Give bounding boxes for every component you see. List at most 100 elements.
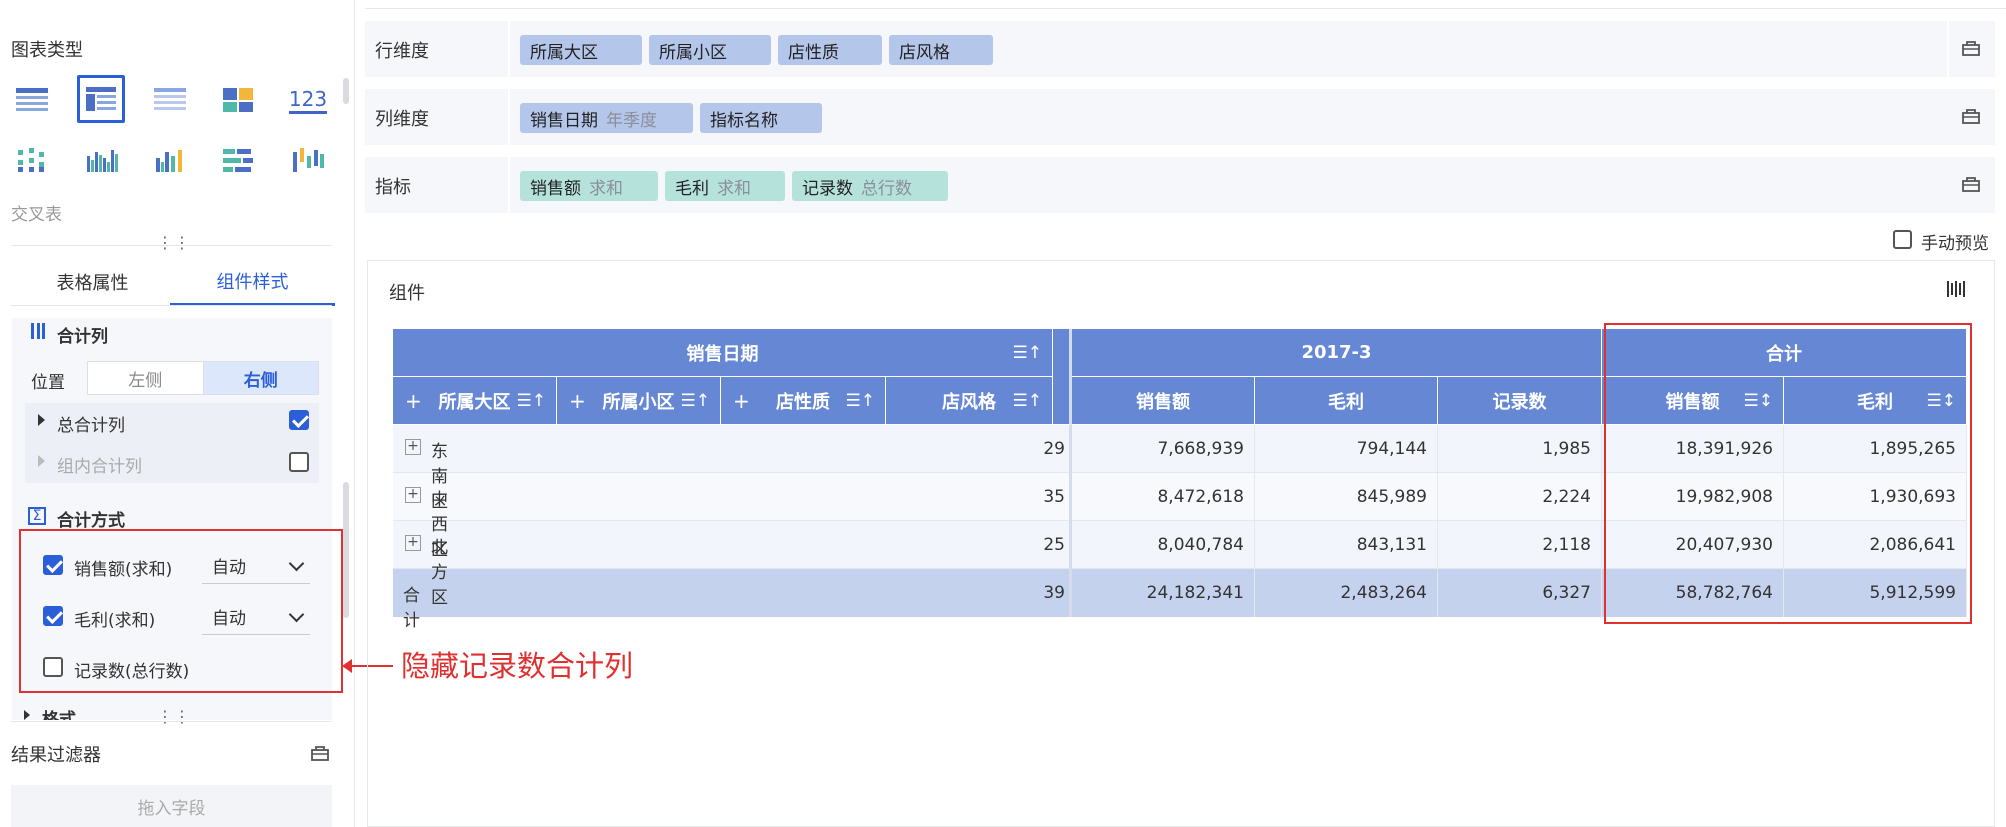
- profit-sum-label: 毛利(求和): [74, 611, 156, 631]
- sales-sum-mode-select[interactable]: 自动: [202, 548, 310, 584]
- header-store-style[interactable]: 店风格 ☰↑: [886, 377, 1053, 425]
- total-row-label: 合计: [403, 586, 420, 631]
- bar-chart-icon[interactable]: [148, 138, 192, 182]
- header-profit: 毛利: [1255, 377, 1438, 425]
- header-region[interactable]: + 所属大区 ☰↑: [393, 377, 557, 425]
- cell-clipped: 25: [1033, 521, 1072, 569]
- lock-icon[interactable]: [1961, 105, 1983, 127]
- total-column-title: 合计列: [57, 327, 108, 347]
- cell-count: 2,118: [1438, 521, 1602, 569]
- group-total-checkbox[interactable]: [289, 452, 309, 472]
- manual-preview-checkbox[interactable]: [1893, 230, 1912, 249]
- header-store-type[interactable]: + 店性质 ☰↑: [721, 377, 886, 425]
- chart-type-scrollbar[interactable]: [343, 78, 349, 104]
- header-count: 记录数: [1438, 377, 1602, 425]
- sort-icon: ☰↑: [1012, 390, 1042, 411]
- lock-icon[interactable]: [1961, 173, 1983, 195]
- expand-arrow-disabled-icon: [38, 455, 45, 467]
- tab-component-style[interactable]: 组件样式: [170, 258, 335, 306]
- row-dimension-label: 行维度: [375, 41, 429, 62]
- expand-plus-icon[interactable]: +: [405, 487, 421, 503]
- cell-sales: 8,040,784: [1072, 521, 1255, 569]
- treemap-icon[interactable]: [216, 78, 260, 122]
- cell-sales: 8,472,618: [1072, 473, 1255, 521]
- chip-store-type[interactable]: 店性质: [778, 35, 882, 65]
- record-count-label: 记录数(总行数): [74, 662, 190, 682]
- barcode-icon[interactable]: [1946, 279, 1966, 303]
- metrics-label: 指标: [375, 177, 411, 198]
- divider: [11, 245, 332, 246]
- header-sales: 销售额: [1072, 377, 1255, 425]
- chip-region[interactable]: 所属大区: [520, 35, 642, 65]
- header-sales-date[interactable]: 销售日期 ☰↑: [393, 329, 1053, 377]
- profit-sum-mode-select[interactable]: 自动: [202, 599, 310, 635]
- dot-matrix-chart-icon[interactable]: [10, 138, 54, 182]
- plus-icon: +: [733, 388, 750, 413]
- detail-table-icon[interactable]: [10, 78, 54, 122]
- sort-icon: ☰↑: [680, 390, 710, 411]
- grand-total-checkbox[interactable]: [289, 410, 309, 430]
- chip-sales-date[interactable]: 销售日期 年季度: [520, 103, 693, 133]
- resize-handle-icon[interactable]: ⋮⋮: [157, 233, 191, 252]
- total-method-title: 合计方式: [57, 511, 125, 531]
- cross-table-icon[interactable]: [77, 75, 125, 123]
- cell-profit: 2,483,264: [1255, 569, 1438, 617]
- cell-clipped: 39: [1033, 569, 1072, 617]
- filter-lock-icon[interactable]: [310, 742, 330, 766]
- position-right-option[interactable]: 右侧: [202, 362, 318, 394]
- position-left-option[interactable]: 左侧: [88, 362, 203, 394]
- lock-icon[interactable]: [1961, 37, 1983, 59]
- separator: [508, 21, 510, 77]
- sales-sum-label: 销售额(求和): [74, 560, 173, 580]
- group-total-label: 组内合计列: [57, 457, 142, 477]
- manual-preview-label: 手动预览: [1921, 234, 1989, 254]
- tab-table-properties[interactable]: 表格属性: [10, 258, 175, 306]
- plus-icon: +: [405, 388, 422, 413]
- drop-field-zone[interactable]: 拖入字段: [11, 785, 332, 827]
- grouped-bar-chart-icon[interactable]: [80, 138, 124, 182]
- expand-plus-icon[interactable]: +: [405, 439, 421, 455]
- cell-count: 2,224: [1438, 473, 1602, 521]
- waterfall-chart-icon[interactable]: [286, 138, 330, 182]
- chevron-down-icon: [288, 555, 305, 572]
- annotation-arrow-head-icon: [342, 659, 352, 673]
- chip-record-count[interactable]: 记录数 总行数: [792, 171, 948, 201]
- position-toggle: 左侧 右侧: [87, 361, 319, 395]
- cell-profit: 794,144: [1255, 425, 1438, 473]
- chip-sales-amount[interactable]: 销售额 求和: [520, 171, 658, 201]
- component-panel: 组件 销售日期 ☰↑ 2017-3 合计 + 所属大区 ☰↑ + 所属小区 ☰↑ + 店性质…: [367, 260, 1995, 827]
- chart-type-title: 图表类型: [11, 40, 83, 61]
- format-expand-arrow-icon[interactable]: [24, 710, 30, 720]
- cell-clipped: 29: [1033, 425, 1072, 473]
- sales-sum-checkbox[interactable]: [43, 555, 63, 575]
- grand-total-label: 总合计列: [57, 416, 125, 436]
- component-title: 组件: [389, 283, 425, 304]
- tab-divider: [11, 305, 332, 306]
- resize-handle-icon[interactable]: ⋮⋮: [157, 707, 191, 726]
- chip-subregion[interactable]: 所属小区: [649, 35, 771, 65]
- cell-clipped: 35: [1033, 473, 1072, 521]
- group-table-icon[interactable]: [148, 78, 192, 122]
- separator: [508, 89, 510, 145]
- left-config-panel: 图表类型 123 交叉表 ⋮⋮ 表格属性 组件样式 合计列 位置 左侧 右侧 总…: [0, 0, 355, 827]
- chip-gross-profit[interactable]: 毛利 求和: [665, 171, 785, 201]
- expand-plus-icon[interactable]: +: [405, 535, 421, 551]
- chip-store-style[interactable]: 店风格: [889, 35, 993, 65]
- record-count-checkbox[interactable]: [43, 657, 63, 677]
- expand-arrow-icon[interactable]: [38, 414, 45, 426]
- chip-metric-name[interactable]: 指标名称: [700, 103, 822, 133]
- sort-icon: ☰↑: [1012, 342, 1042, 363]
- style-panel-scrollbar[interactable]: [343, 482, 349, 618]
- header-subregion[interactable]: + 所属小区 ☰↑: [557, 377, 721, 425]
- cell-sales: 24,182,341: [1072, 569, 1255, 617]
- cell-count: 1,985: [1438, 425, 1602, 473]
- plus-icon: +: [569, 388, 586, 413]
- row-dimension-bar: 行维度 所属大区 所属小区 店性质 店风格: [365, 21, 1995, 77]
- top-divider: [365, 8, 2006, 9]
- column-dimension-bar: 列维度 销售日期 年季度 指标名称: [365, 89, 1995, 145]
- horizontal-bar-chart-icon[interactable]: [216, 138, 260, 182]
- kpi-number-icon[interactable]: 123: [286, 78, 330, 122]
- position-label: 位置: [31, 373, 65, 393]
- profit-sum-checkbox[interactable]: [43, 606, 63, 626]
- result-filter-title: 结果过滤器: [11, 745, 101, 766]
